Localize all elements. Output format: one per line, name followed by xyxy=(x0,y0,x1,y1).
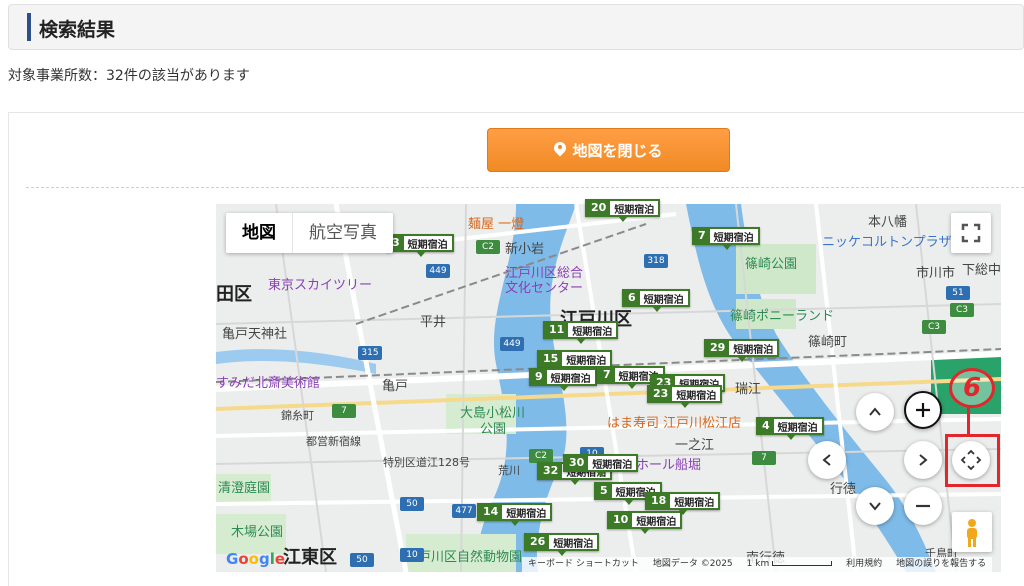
chevron-down-icon xyxy=(869,502,881,511)
route-shield: 449 xyxy=(500,337,524,351)
facility-marker[interactable]: 29 短期宿泊 xyxy=(704,339,780,362)
pan-down-button[interactable] xyxy=(856,487,894,525)
map-label-menya: 麺屋 一燈 xyxy=(468,217,525,232)
route-shield: 477 xyxy=(452,504,476,518)
route-shield: 50 xyxy=(400,497,424,511)
map-label-kiba: 木場公園 xyxy=(231,525,284,540)
map-label-shinozaki-park: 篠崎公園 xyxy=(745,257,798,272)
route-shield: 318 xyxy=(644,254,668,268)
map-label-kameido-tenjin: 亀戸天神社 xyxy=(222,327,288,342)
map-label-hamazushi: はま寿司 江戸川松江店 xyxy=(607,416,742,431)
close-map-button[interactable]: 地図を閉じる xyxy=(487,128,730,172)
map-label-nitori: ニッケコルトンプラザ xyxy=(822,235,952,250)
map-label-tokubetsu: 特別区道江128号 xyxy=(383,456,470,469)
map-label-ojima-park: 公園 xyxy=(480,422,507,437)
keyboard-shortcuts-link[interactable]: キーボード ショートカット xyxy=(528,557,639,572)
map-label-hokusai: すみだ北斎美術館 xyxy=(216,376,321,391)
pan-right-button[interactable] xyxy=(904,441,942,479)
report-error-link[interactable]: 地図の誤りを報告する xyxy=(896,557,986,572)
facility-marker[interactable]: 23短期宿泊 xyxy=(647,385,723,408)
map-type-satellite[interactable]: 航空写真 xyxy=(293,213,393,253)
facility-marker[interactable]: 6 短期宿泊 xyxy=(622,289,690,312)
map-label-shinozaki: 篠崎町 xyxy=(808,335,848,350)
map-label-kiyosumi: 清澄庭園 xyxy=(218,481,271,496)
facility-marker[interactable]: 7 短期宿泊 xyxy=(692,227,760,250)
route-shield: C3 xyxy=(950,303,974,317)
facility-marker[interactable]: 30 短期宿泊 xyxy=(563,454,639,477)
chevron-left-icon xyxy=(822,454,831,466)
highlight-connector xyxy=(967,405,970,435)
route-shield: 449 xyxy=(426,264,450,278)
route-shield: C3 xyxy=(922,320,946,334)
route-shield: 10 xyxy=(400,548,424,562)
route-shield: C2 xyxy=(529,449,553,463)
map-label-kameido: 亀戸 xyxy=(382,379,409,394)
separator xyxy=(26,187,1024,188)
chevron-right-icon xyxy=(919,454,928,466)
map-type-map[interactable]: 地図 xyxy=(226,213,293,253)
map-label-skytree: 東京スカイツリー xyxy=(268,278,373,293)
pegman-icon xyxy=(967,519,977,547)
facility-marker[interactable]: 18 短期宿泊 xyxy=(645,492,721,515)
google-logo: Google xyxy=(226,550,286,568)
step-badge: 6 xyxy=(949,368,995,408)
fullscreen-icon xyxy=(961,223,981,243)
highlight-box xyxy=(945,434,1000,487)
facility-marker[interactable]: 26 短期宿泊 xyxy=(524,533,600,556)
map-data-text: 地図データ ©2025 xyxy=(652,559,733,569)
scale-bar: 1 km xyxy=(747,557,833,572)
zoom-in-button[interactable] xyxy=(904,391,942,429)
map-label-koto: 江東区 xyxy=(283,547,337,568)
chevron-up-icon xyxy=(869,407,881,416)
route-shield: 7 xyxy=(332,404,356,418)
map-label-ichikawa: 市川市 xyxy=(916,266,956,281)
map-label-shimousa: 下総中 xyxy=(962,263,1002,278)
facility-marker[interactable]: 4 短期宿泊 xyxy=(756,417,824,440)
map-label-kinshicho: 錦糸町 xyxy=(281,409,314,422)
minus-icon xyxy=(916,504,930,508)
map-type-control: 地図 航空写真 xyxy=(226,213,393,253)
map-label-sumida: 田区 xyxy=(216,284,252,305)
street-view-button[interactable] xyxy=(952,512,992,552)
route-shield: 315 xyxy=(358,346,382,360)
header-accent xyxy=(27,13,31,41)
route-shield: 50 xyxy=(350,553,374,567)
zoom-out-button[interactable] xyxy=(904,487,942,525)
map-label-shinkoiwa: 新小岩 xyxy=(505,242,545,257)
map-label-shinozaki-pony: 篠崎ポニーランド xyxy=(730,309,835,324)
map-attribution: キーボード ショートカット 地図データ ©2025 1 km 利用規約 地図の誤… xyxy=(522,557,993,572)
map-label-arakawa: 荒川 xyxy=(498,464,520,477)
map-label-mizue: 瑞江 xyxy=(735,382,762,397)
page-title: 検索結果 xyxy=(39,19,116,41)
map-label-gyotoku: 行徳 xyxy=(830,482,857,497)
route-shield: 51 xyxy=(946,286,970,300)
facility-marker[interactable]: 20 短期宿泊 xyxy=(585,199,661,222)
facility-marker[interactable]: 3 短期宿泊 xyxy=(386,234,454,257)
map-label-culture2: 文化センター xyxy=(505,281,584,296)
terms-link[interactable]: 利用規約 xyxy=(846,557,882,572)
close-map-label: 地図を閉じる xyxy=(572,141,663,160)
facility-marker[interactable]: 9 短期宿泊 xyxy=(529,368,597,391)
map-label-ichinoe: 一之江 xyxy=(675,438,715,453)
route-shield: 7 xyxy=(752,451,776,465)
facility-marker[interactable]: 11 短期宿泊 xyxy=(543,321,619,344)
map-pin-icon xyxy=(554,142,566,158)
plus-icon xyxy=(916,403,930,417)
fullscreen-button[interactable] xyxy=(951,213,991,253)
pan-left-button[interactable] xyxy=(808,441,846,479)
facility-marker[interactable]: 14 短期宿泊 xyxy=(477,503,553,526)
header-bar: 検索結果 xyxy=(8,4,1024,50)
map-label-toei-shinjuku: 都営新宿線 xyxy=(306,435,361,448)
facility-marker[interactable]: 10 短期宿泊 xyxy=(607,511,683,534)
route-shield: C2 xyxy=(476,240,500,254)
map-label-motoyawata: 本八幡 xyxy=(868,215,908,230)
pan-up-button[interactable] xyxy=(856,393,894,431)
result-count: 対象事業所数：32件の該当があります xyxy=(8,68,250,84)
map-label-hirai: 平井 xyxy=(420,315,447,330)
map-label-funabori: ホール船堀 xyxy=(636,458,702,473)
